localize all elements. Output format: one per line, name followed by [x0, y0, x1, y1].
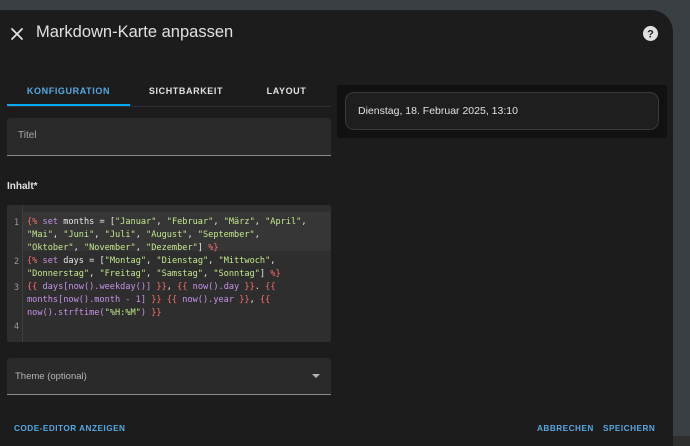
theme-select[interactable]: Theme (optional): [7, 358, 331, 395]
chevron-down-icon: [312, 374, 320, 378]
title-input[interactable]: Titel: [7, 118, 331, 156]
close-icon: [11, 28, 23, 40]
line-number: 2: [13, 256, 19, 266]
tab-visibility[interactable]: SICHTBARKEIT: [130, 76, 242, 106]
save-button[interactable]: SPEICHERN: [603, 424, 655, 433]
content-label: Inhalt*: [7, 181, 38, 192]
tabs-divider: [7, 106, 331, 107]
markdown-card-preview: Dienstag, 18. Februar 2025, 13:10: [345, 92, 659, 130]
dialog-title: Markdown-Karte anpassen: [36, 23, 234, 41]
line-number: 1: [13, 217, 19, 227]
preview-text: Dienstag, 18. Februar 2025, 13:10: [358, 105, 518, 117]
title-placeholder: Titel: [18, 130, 37, 141]
svg-text:?: ?: [647, 28, 654, 40]
line-number-gutter: 1 2 3 4: [7, 205, 23, 342]
code-line-1: {% set months = ["Januar", "Februar", "M…: [27, 217, 307, 253]
code-line-2: {% set days = ["Montag", "Dienstag", "Mi…: [27, 256, 281, 279]
help-button[interactable]: ?: [642, 25, 659, 42]
line-number: 3: [13, 282, 19, 292]
card-preview: Dienstag, 18. Februar 2025, 13:10: [337, 85, 667, 138]
close-button[interactable]: [8, 25, 26, 43]
line-number: 4: [13, 321, 19, 331]
help-circle-icon: ?: [643, 26, 658, 41]
code-line-3: {{ days[now().weekday()] }}, {{ now().da…: [27, 282, 276, 318]
tab-configuration[interactable]: KONFIGURATION: [7, 76, 130, 106]
show-code-editor-button[interactable]: CODE-EDITOR ANZEIGEN: [14, 424, 125, 433]
edit-card-dialog: Markdown-Karte anpassen ? KONFIGURATION …: [0, 10, 673, 446]
tab-layout[interactable]: LAYOUT: [242, 76, 331, 106]
tab-bar: KONFIGURATION SICHTBARKEIT LAYOUT: [7, 76, 331, 107]
theme-label: Theme (optional): [15, 371, 87, 382]
cancel-button[interactable]: ABBRECHEN: [537, 424, 594, 433]
code-editor[interactable]: 1 2 3 4 {% set months = ["Januar", "Febr…: [7, 205, 331, 342]
